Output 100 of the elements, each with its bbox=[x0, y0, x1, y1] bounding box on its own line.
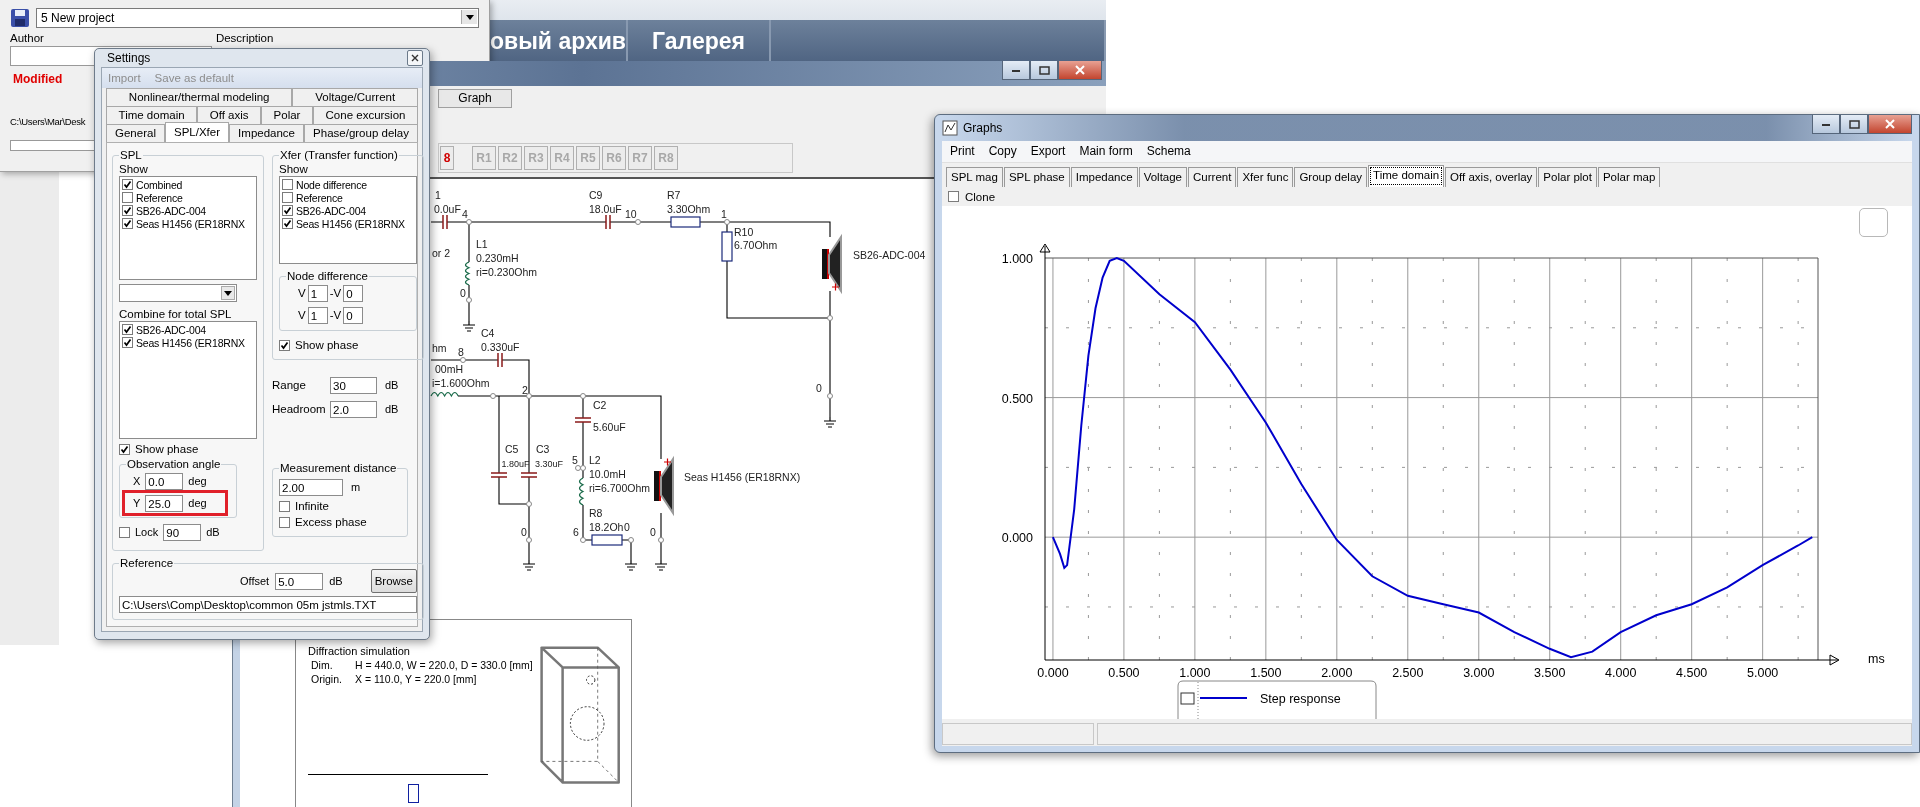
y-tick-label: 0.000 bbox=[1001, 531, 1033, 546]
x-tick-label: 3.000 bbox=[1463, 666, 1495, 681]
path-field[interactable]: C:\Users\Comp\Desktop\common 05m jstmls.TXT bbox=[119, 596, 417, 613]
node-field[interactable]: 0 bbox=[343, 284, 364, 302]
close-button[interactable] bbox=[407, 50, 423, 66]
site-tab[interactable]: Галерея bbox=[628, 20, 771, 62]
checkbox[interactable] bbox=[119, 443, 130, 455]
tab[interactable]: Cone excursion bbox=[313, 106, 419, 124]
minimize-button[interactable] bbox=[1002, 61, 1030, 80]
checkbox-label: SB26-ADC-004 bbox=[296, 204, 366, 217]
node-field[interactable]: 1 bbox=[307, 306, 328, 324]
unit-label: deg bbox=[188, 497, 207, 509]
level-field[interactable]: 30 bbox=[330, 376, 377, 394]
legend-toggle-icon[interactable] bbox=[1180, 692, 1195, 705]
offset-field[interactable]: 5.0 bbox=[275, 572, 324, 590]
tab[interactable]: General bbox=[106, 124, 165, 142]
tab[interactable]: Voltage/Current bbox=[292, 88, 418, 106]
checkbox[interactable] bbox=[122, 218, 133, 229]
field-label: Author bbox=[10, 32, 44, 44]
distance-field[interactable]: 2.00 bbox=[279, 478, 343, 496]
tab[interactable]: Off axis bbox=[197, 106, 262, 124]
component-label: ri=0.230Ohm bbox=[476, 266, 537, 278]
level-field[interactable]: 2.0 bbox=[330, 400, 377, 418]
tab[interactable]: Off axis, overlay bbox=[1445, 166, 1538, 187]
tab[interactable]: Phase/group delay bbox=[304, 124, 418, 142]
checkbox[interactable] bbox=[948, 191, 959, 203]
component-label: ri=6.700Ohm bbox=[589, 482, 650, 494]
axis-label: Y bbox=[133, 497, 141, 509]
unit-label: dB bbox=[385, 379, 399, 391]
tab[interactable]: Polar bbox=[261, 106, 313, 124]
checkbox[interactable] bbox=[279, 500, 290, 512]
menu-item[interactable]: Print bbox=[950, 144, 975, 159]
checkbox[interactable] bbox=[122, 337, 133, 348]
checkbox[interactable] bbox=[122, 324, 133, 335]
menu-item[interactable]: Schema bbox=[1146, 144, 1191, 159]
diffraction-title: Diffraction simulation bbox=[308, 644, 411, 658]
x-tick-label: 1.000 bbox=[1179, 666, 1211, 681]
project-dropdown[interactable]: 5 New project bbox=[36, 8, 479, 28]
minimize-button[interactable] bbox=[1812, 115, 1840, 134]
checkbox-label: Clone bbox=[965, 190, 996, 203]
checkbox[interactable] bbox=[122, 179, 133, 190]
checkbox[interactable] bbox=[282, 192, 293, 203]
component-label: 1 bbox=[721, 208, 727, 220]
tab[interactable]: Polar map bbox=[1597, 166, 1661, 187]
node-label: V bbox=[298, 287, 306, 299]
angle-field[interactable]: 25.0 bbox=[145, 494, 184, 512]
node-field[interactable]: 1 bbox=[307, 284, 328, 302]
tab[interactable]: Current bbox=[1188, 166, 1237, 187]
tab[interactable]: Time domain bbox=[106, 106, 198, 124]
component-label: i=1.600Ohm bbox=[432, 377, 490, 389]
unit-label: m bbox=[351, 481, 361, 493]
checkbox[interactable] bbox=[279, 516, 290, 528]
checkbox[interactable] bbox=[282, 218, 293, 229]
close-button[interactable] bbox=[1868, 115, 1912, 134]
tab[interactable]: Polar plot bbox=[1538, 166, 1597, 187]
component-label: 0.230mH bbox=[476, 252, 519, 264]
tab[interactable]: Xfer func bbox=[1237, 166, 1294, 187]
maximize-button[interactable] bbox=[1030, 61, 1058, 80]
x-tick-label: 2.500 bbox=[1392, 666, 1424, 681]
checkbox[interactable] bbox=[122, 192, 133, 203]
component-label: SB26-ADC-004 bbox=[853, 249, 926, 261]
tab[interactable]: Impedance bbox=[1070, 166, 1138, 187]
node-field[interactable]: 0 bbox=[343, 306, 364, 324]
tab[interactable]: Group delay bbox=[1294, 166, 1368, 187]
save-icon[interactable] bbox=[10, 8, 30, 28]
unit-label: dB bbox=[206, 526, 220, 538]
browse-button[interactable]: Browse bbox=[370, 569, 417, 593]
group-title: Measurement distance bbox=[279, 462, 398, 474]
checkbox[interactable] bbox=[282, 179, 293, 190]
component-label: 0 bbox=[650, 526, 656, 538]
component-label: C3 bbox=[536, 443, 550, 455]
tab[interactable]: Voltage bbox=[1138, 166, 1187, 187]
component-label: 5.60uF bbox=[593, 421, 626, 433]
tab[interactable]: SPL mag bbox=[946, 166, 1003, 187]
site-tab[interactable]: овый архив bbox=[490, 20, 628, 62]
tab[interactable]: SPL phase bbox=[1003, 166, 1070, 187]
y-tick-label: 0.500 bbox=[1001, 392, 1033, 406]
tab[interactable]: Time domain bbox=[1368, 164, 1445, 187]
result-button[interactable]: 8 bbox=[440, 146, 454, 170]
menu-item[interactable]: Copy bbox=[988, 144, 1017, 159]
component-label: C9 bbox=[589, 189, 603, 201]
component-label: 1 bbox=[435, 189, 441, 201]
checkbox[interactable] bbox=[122, 205, 133, 216]
maximize-button[interactable] bbox=[1840, 115, 1868, 134]
tab[interactable]: Impedance bbox=[229, 124, 305, 142]
tab[interactable]: SPL/Xfer bbox=[165, 122, 230, 142]
checkbox[interactable] bbox=[282, 205, 293, 216]
lock-field[interactable]: 90 bbox=[163, 523, 202, 541]
maximize-icon bbox=[1038, 65, 1050, 75]
checkbox[interactable] bbox=[279, 339, 290, 351]
component-label: R7 bbox=[667, 189, 681, 201]
field-label: Description bbox=[215, 32, 274, 44]
checkbox[interactable] bbox=[119, 526, 130, 538]
angle-field[interactable]: 0.0 bbox=[145, 472, 184, 490]
close-button[interactable] bbox=[1058, 61, 1102, 80]
graph-tab[interactable]: Graph bbox=[438, 89, 512, 108]
menu-item[interactable]: Main form bbox=[1079, 144, 1133, 159]
checkbox-label: Seas H1456 (ER18RNX bbox=[296, 217, 405, 230]
tab[interactable]: Nonlinear/thermal modeling bbox=[106, 88, 293, 106]
menu-item[interactable]: Export bbox=[1030, 144, 1066, 159]
